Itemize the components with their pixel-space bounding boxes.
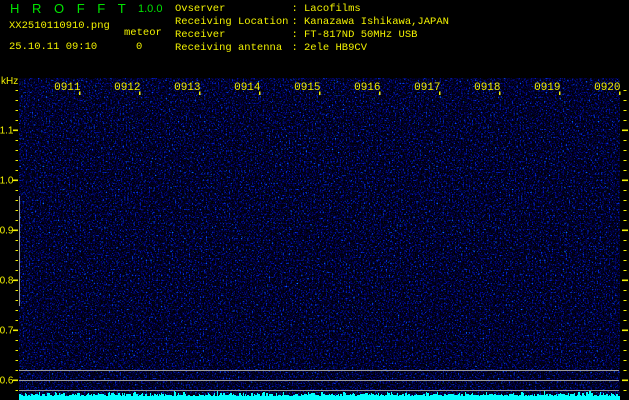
svg-text:0.6: 0.6 <box>0 376 14 387</box>
svg-text:0.8: 0.8 <box>0 276 14 287</box>
svg-text:0920: 0920 <box>594 82 620 94</box>
svg-text:1.0: 1.0 <box>0 176 14 187</box>
svg-text:0.9: 0.9 <box>0 226 14 237</box>
svg-text:0911: 0911 <box>54 82 81 94</box>
svg-text:0912: 0912 <box>114 82 140 94</box>
svg-text:0914: 0914 <box>234 82 261 94</box>
svg-text:0918: 0918 <box>474 82 500 94</box>
svg-text:kHz: kHz <box>1 76 18 87</box>
svg-text:0913: 0913 <box>174 82 200 94</box>
svg-text:1.1: 1.1 <box>0 126 14 137</box>
svg-text:0917: 0917 <box>414 82 440 94</box>
svg-text:0.7: 0.7 <box>0 326 14 337</box>
svg-text:0915: 0915 <box>294 82 320 94</box>
svg-text:0916: 0916 <box>354 82 380 94</box>
svg-text:0919: 0919 <box>534 82 560 94</box>
